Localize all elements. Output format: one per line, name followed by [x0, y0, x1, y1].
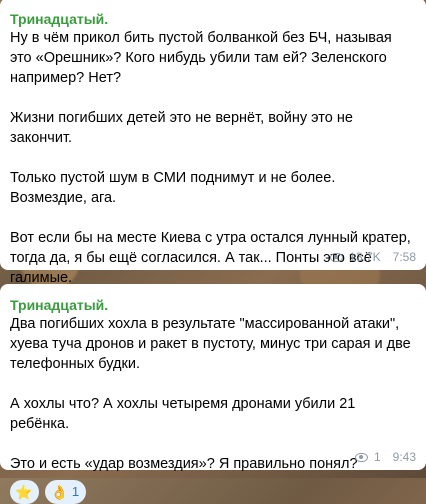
star-icon: ⭐: [15, 484, 33, 500]
sender-name[interactable]: Тринадцатый.: [10, 10, 416, 28]
message-paragraph: Жизни погибших детей это не вернёт, войн…: [10, 110, 353, 146]
message-paragraph: А хохлы что? А хохлы четыремя дронами уб…: [10, 396, 356, 432]
message-text: Ну в чём прикол бить пустой болванкой бе…: [10, 28, 416, 288]
message-bubble[interactable]: Тринадцатый. Ну в чём прикол бить пустой…: [0, 0, 426, 348]
message-paragraph: Два погибших хохла в результате "массиро…: [10, 316, 411, 372]
reaction-count: 1: [71, 484, 80, 499]
eye-icon: [354, 452, 368, 462]
message-meta: 13.7K 7:58: [330, 250, 416, 264]
view-count: 13.7K: [349, 250, 381, 264]
reaction-star[interactable]: ⭐: [10, 480, 40, 504]
reaction-ok-hand[interactable]: 👌 1: [45, 480, 87, 504]
ok-hand-icon: 👌: [50, 484, 68, 500]
message-meta: 1 9:43: [354, 450, 416, 464]
message-bubble[interactable]: Тринадцатый. Два погибших хохла в резуль…: [0, 284, 426, 504]
message-time: 7:58: [392, 250, 416, 264]
message-time: 9:43: [392, 450, 416, 464]
message-paragraph: Только пустой шум в СМИ поднимут и не бо…: [10, 170, 336, 206]
view-count: 1: [373, 450, 381, 464]
message-paragraph: Ну в чём прикол бить пустой болванкой бе…: [10, 30, 392, 86]
eye-icon: [330, 252, 344, 262]
sender-name[interactable]: Тринадцатый.: [10, 296, 416, 314]
reactions-row: ⭐ 👌 1: [10, 480, 416, 504]
